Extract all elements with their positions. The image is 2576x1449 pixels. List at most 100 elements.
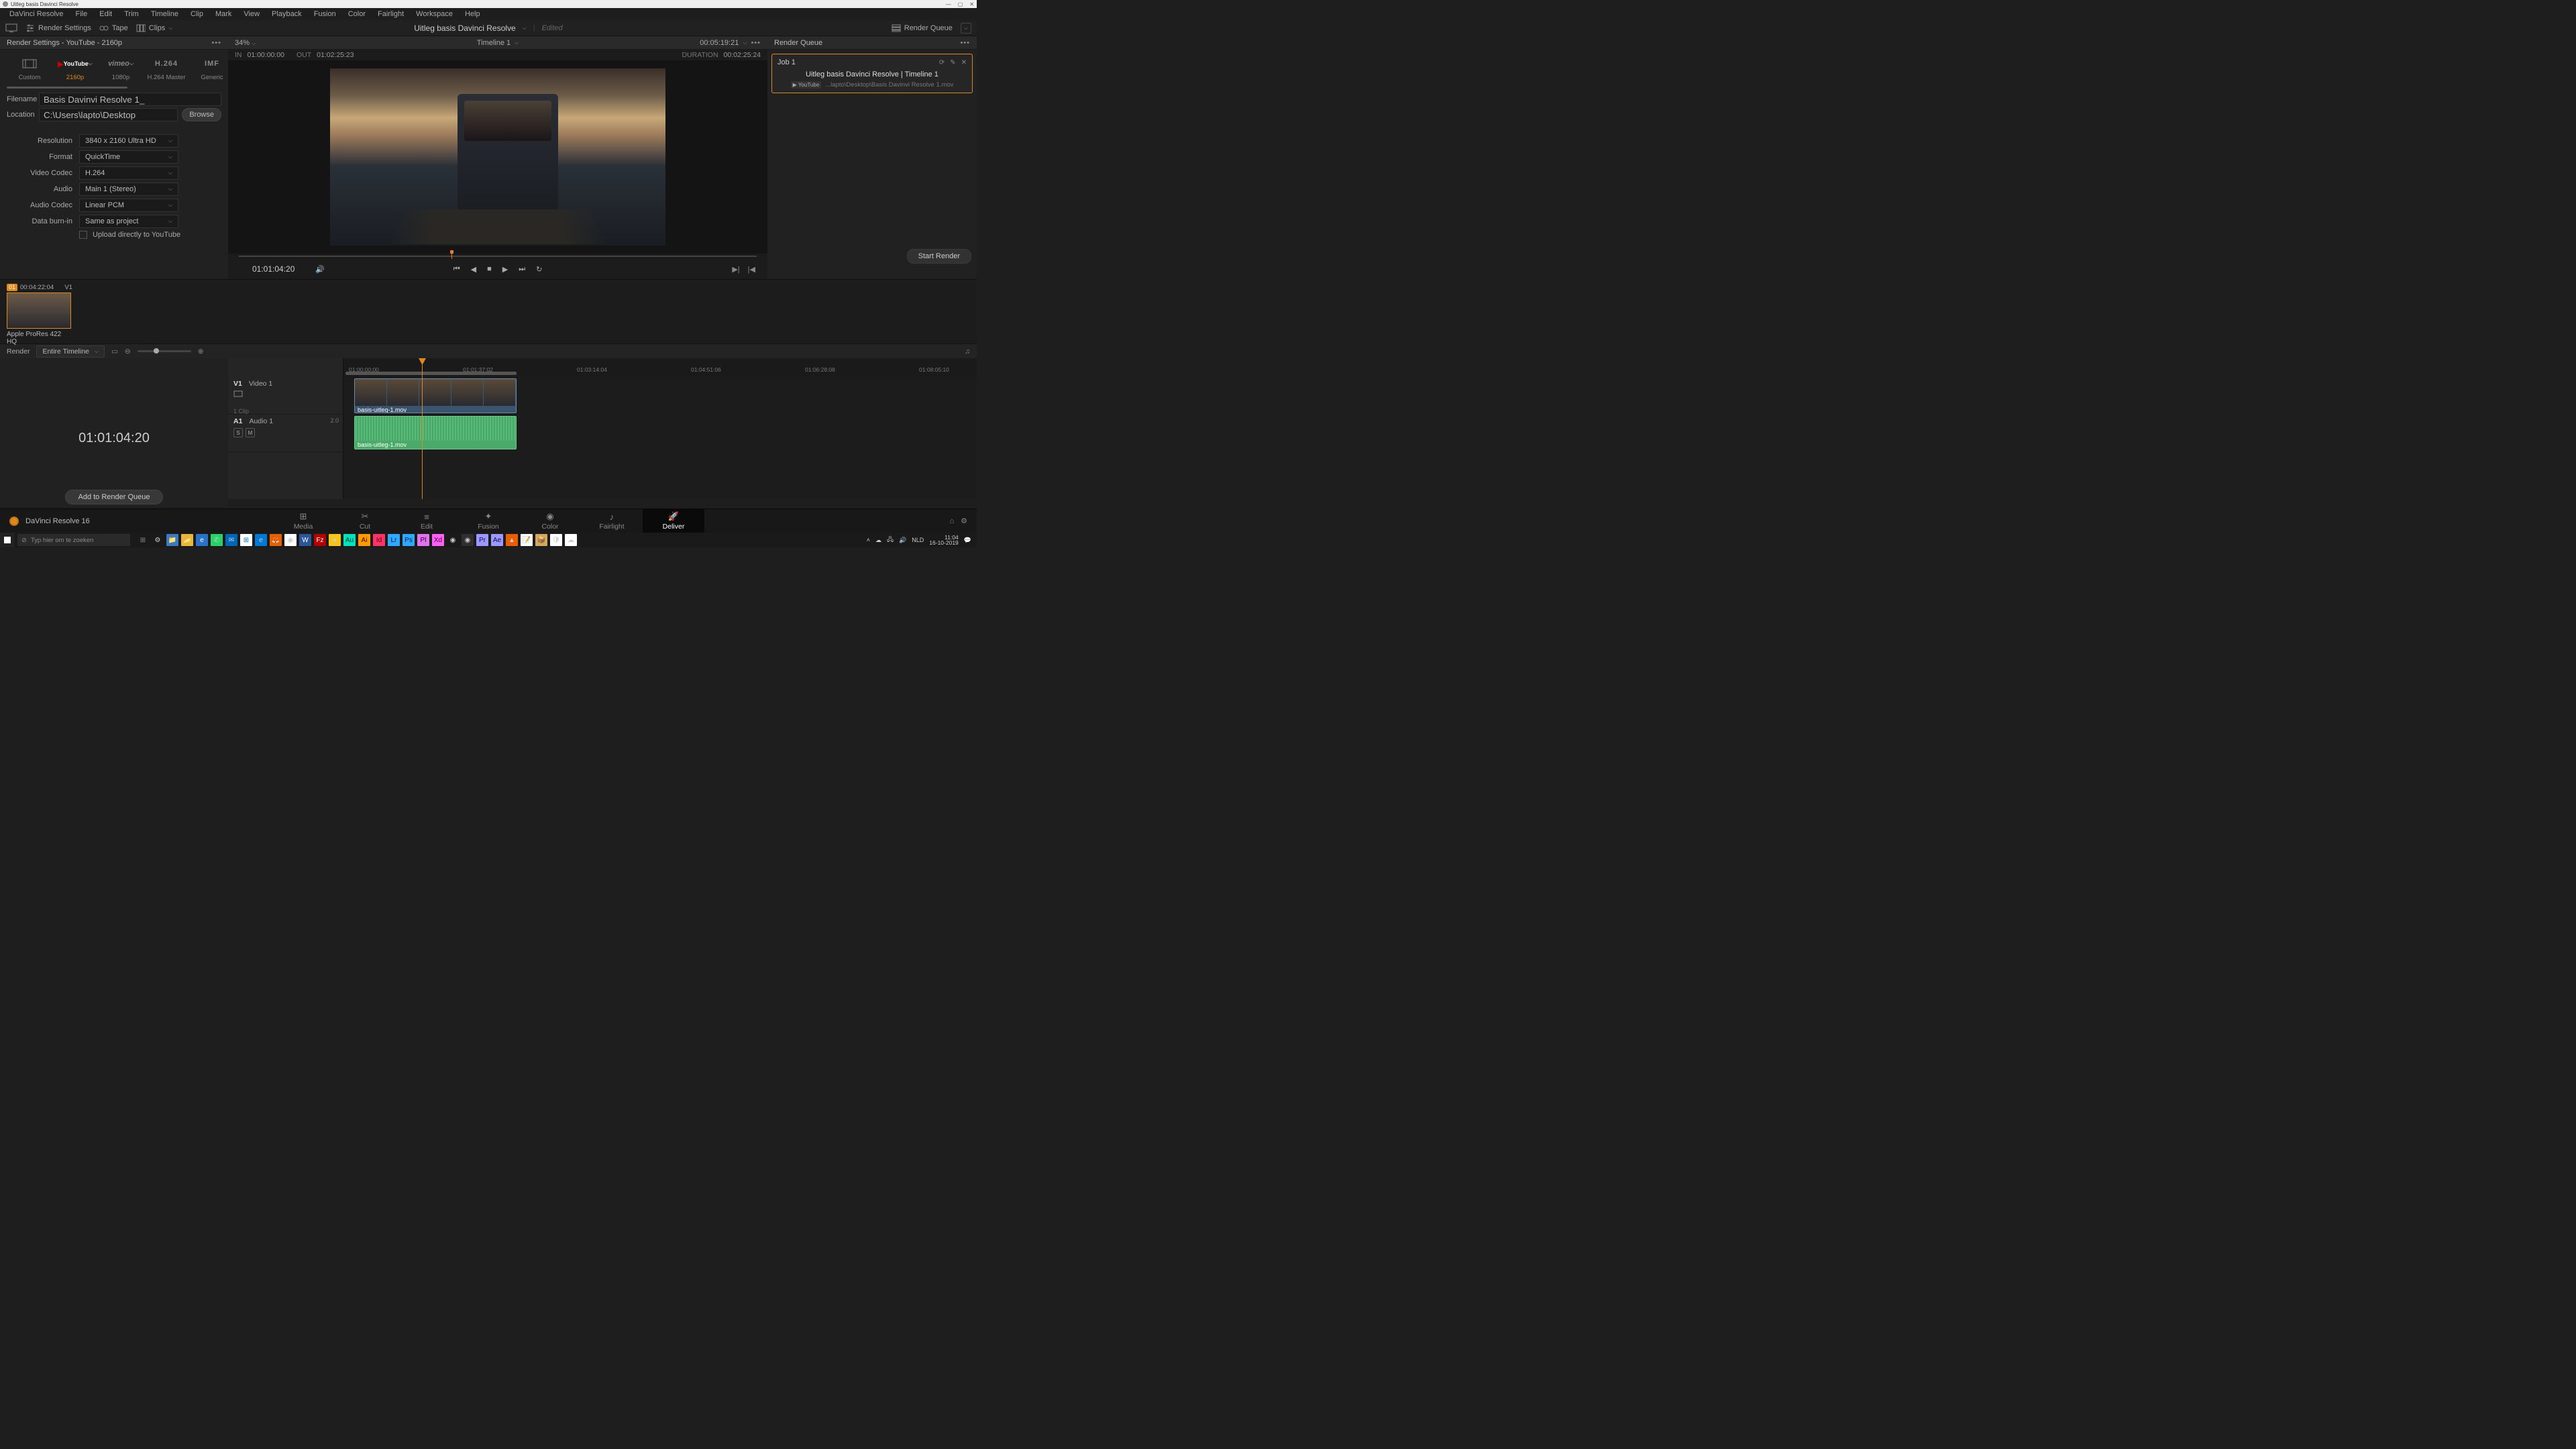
cloud-icon[interactable]: ☁ — [565, 534, 577, 546]
kebab-icon[interactable]: ••• — [960, 39, 970, 47]
expand-button[interactable]: ⌵ — [961, 23, 971, 34]
browse-button[interactable]: Browse — [182, 108, 221, 121]
menu-davinci[interactable]: DaVinci Resolve — [4, 10, 69, 18]
illustrator-icon[interactable]: Ai — [358, 534, 370, 546]
kebab-icon[interactable]: ••• — [751, 39, 761, 47]
clip-thumbnail[interactable]: 01 00:04:22:04 V1 Apple ProRes 422 HQ — [7, 284, 72, 339]
lightroom-icon[interactable]: Lr — [388, 534, 400, 546]
menu-help[interactable]: Help — [460, 10, 486, 18]
first-frame-icon[interactable]: ⏮ — [453, 265, 460, 274]
menu-timeline[interactable]: Timeline — [146, 10, 184, 18]
volume-icon[interactable]: 🔊 — [315, 265, 325, 274]
aftereffects-icon[interactable]: Ae — [491, 534, 503, 546]
zoom-out-icon[interactable]: ⊖ — [125, 347, 131, 356]
add-to-queue-button[interactable]: Add to Render Queue — [65, 490, 162, 504]
tray-network-icon[interactable]: 🖧 — [887, 535, 894, 545]
tab-media[interactable]: ⊞Media — [272, 508, 334, 533]
photoshop-icon[interactable]: Ps — [402, 534, 415, 546]
menu-clip[interactable]: Clip — [185, 10, 209, 18]
location-input[interactable] — [39, 108, 178, 121]
whatsapp-icon[interactable]: ✆ — [211, 534, 223, 546]
prelude-icon[interactable]: Pl — [417, 534, 429, 546]
tab-color[interactable]: ◉Color — [519, 508, 581, 533]
menu-mark[interactable]: Mark — [210, 10, 237, 18]
viewer-scrubber[interactable] — [239, 254, 757, 259]
gear-icon[interactable]: ⚙ — [961, 517, 967, 525]
preset-youtube[interactable]: ▶ YouTube ⌵ 2160p — [52, 58, 98, 81]
resolve-icon[interactable]: ◉ — [447, 534, 459, 546]
zoom-slider[interactable] — [138, 350, 191, 352]
acodec-select[interactable]: Linear PCM⌵ — [79, 199, 178, 212]
taskbar-search[interactable]: ⊘ Typ hier om te zoeken — [17, 534, 130, 546]
render-queue-button[interactable]: Render Queue — [892, 24, 953, 32]
maximize-icon[interactable]: ▢ — [958, 1, 963, 7]
chevron-down-icon[interactable]: ⌵ — [515, 40, 519, 46]
tab-fairlight[interactable]: ♪Fairlight — [581, 509, 643, 533]
viewer-timecode[interactable]: 01:01:04:20 — [252, 264, 294, 274]
tray-language[interactable]: NLD — [912, 537, 924, 543]
zoom-in-icon[interactable]: ⊕ — [198, 347, 204, 356]
tab-cut[interactable]: ✂Cut — [334, 508, 396, 533]
folder-icon[interactable]: 📂 — [181, 534, 193, 546]
obs-icon[interactable]: ◉ — [462, 534, 474, 546]
tab-fusion[interactable]: ✦Fusion — [458, 508, 519, 533]
playhead-icon[interactable] — [451, 252, 452, 259]
premiere-icon[interactable]: Pr — [476, 534, 488, 546]
mail-icon[interactable]: ✉ — [225, 534, 237, 546]
timeline-playhead[interactable] — [422, 358, 423, 499]
last-frame-icon[interactable]: ⏭ — [519, 265, 525, 274]
vlc-icon[interactable]: ▲ — [506, 534, 518, 546]
start-render-button[interactable]: Start Render — [907, 249, 971, 264]
minimize-icon[interactable]: — — [946, 1, 951, 7]
explorer-icon[interactable]: 📁 — [166, 534, 178, 546]
resolution-select[interactable]: 3840 x 2160 Ultra HD⌵ — [79, 134, 178, 148]
indesign-icon[interactable]: Id — [373, 534, 385, 546]
render-job[interactable]: Job 1 ⟳ ✎ ✕ Uitleg basis Davinci Resolve… — [771, 54, 973, 93]
clips-button[interactable]: Clips ⌵ — [136, 24, 173, 32]
start-button[interactable] — [0, 533, 15, 547]
viewer-canvas[interactable] — [228, 60, 767, 254]
close-icon[interactable]: ✕ — [969, 1, 974, 7]
in-timecode[interactable]: 01:00:00:00 — [248, 51, 284, 59]
prev-frame-icon[interactable]: ◀ — [471, 265, 476, 274]
tray-expand-icon[interactable]: ˄ — [867, 537, 870, 543]
home-icon[interactable]: ⌂ — [949, 517, 954, 525]
preset-custom[interactable]: Custom — [7, 58, 52, 81]
audio-clip[interactable]: basis-uitleg-1.mov — [354, 416, 517, 449]
kebab-icon[interactable]: ••• — [211, 39, 221, 47]
render-scope-select[interactable]: Entire Timeline⌵ — [36, 345, 105, 358]
zoom-level[interactable]: 34% ⌵ — [235, 39, 256, 47]
chrome-icon[interactable]: ◉ — [284, 534, 297, 546]
menu-trim[interactable]: Trim — [119, 10, 144, 18]
preset-vimeo[interactable]: vimeo ⌵ 1080p — [98, 58, 144, 81]
tray-volume-icon[interactable]: 🔊 — [899, 537, 906, 544]
settings-taskbar-icon[interactable]: ⚙ — [152, 534, 164, 546]
menu-fusion[interactable]: Fusion — [309, 10, 341, 18]
menu-view[interactable]: View — [238, 10, 265, 18]
xd-icon[interactable]: Xd — [432, 534, 444, 546]
stop-icon[interactable]: ■ — [487, 265, 492, 274]
audio-track-header[interactable]: A1Audio 1 2.0 S M — [228, 415, 343, 452]
tray-cloud-icon[interactable]: ☁ — [875, 537, 881, 544]
app-icon-generic[interactable]: ● — [329, 534, 341, 546]
edge-icon[interactable]: e — [255, 534, 267, 546]
audition-icon[interactable]: Au — [343, 534, 356, 546]
notes-icon[interactable]: 📝 — [521, 534, 533, 546]
preset-scrollbar[interactable] — [7, 87, 127, 89]
menu-color[interactable]: Color — [343, 10, 371, 18]
audio-select[interactable]: Main 1 (Stereo)⌵ — [79, 182, 178, 196]
timeline-timecode[interactable]: 01:01:04:20 — [78, 431, 150, 446]
menu-workspace[interactable]: Workspace — [411, 10, 458, 18]
store-icon[interactable]: ⊞ — [240, 534, 252, 546]
taskbar-clock[interactable]: 11:04 16-10-2019 — [929, 535, 958, 546]
job-reload-icon[interactable]: ⟳ — [939, 59, 945, 66]
timeline-name[interactable]: Timeline 1 — [477, 39, 511, 47]
menu-file[interactable]: File — [70, 10, 93, 18]
timeline-view-icon[interactable]: ▭ — [111, 347, 118, 356]
filename-input[interactable] — [39, 93, 221, 106]
tab-edit[interactable]: ≡Edit — [396, 509, 458, 533]
menu-edit[interactable]: Edit — [94, 10, 117, 18]
chevron-down-icon[interactable]: ⌵ — [743, 40, 747, 46]
video-track-header[interactable]: V1Video 1 1 Clip — [228, 377, 343, 415]
burnin-select[interactable]: Same as project⌵ — [79, 215, 178, 228]
